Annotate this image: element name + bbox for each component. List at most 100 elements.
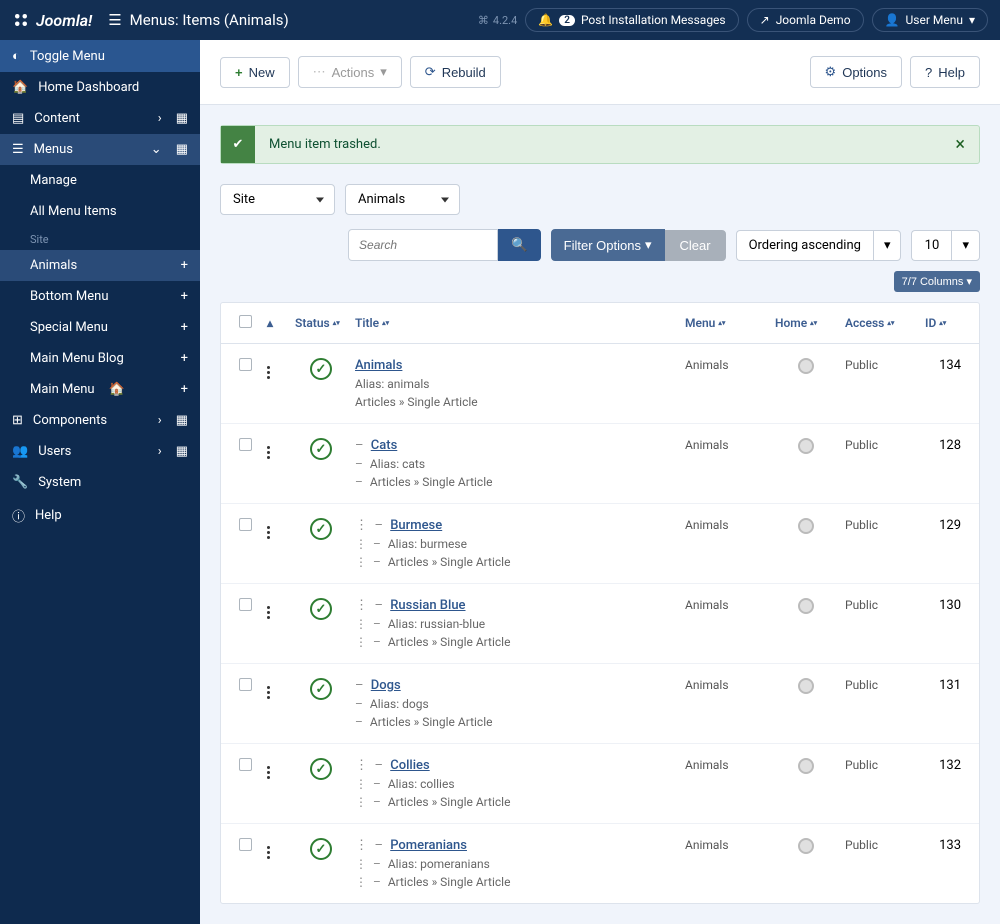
post-install-button[interactable]: 🔔 2 Post Installation Messages bbox=[525, 8, 738, 32]
home-toggle[interactable] bbox=[798, 518, 814, 534]
item-title-link[interactable]: Burmese bbox=[390, 518, 442, 533]
sidebar-system[interactable]: 🔧 System bbox=[0, 467, 200, 498]
drag-handle[interactable] bbox=[267, 683, 270, 699]
actions-button[interactable]: ⋯ Actions ▾ bbox=[298, 56, 402, 88]
columns-button[interactable]: 7/7 Columns ▾ bbox=[894, 271, 980, 292]
sidebar-menu-bottom[interactable]: Bottom Menu + bbox=[0, 281, 200, 312]
limit-toggle[interactable]: ▾ bbox=[951, 230, 980, 261]
drag-handle[interactable] bbox=[267, 843, 270, 859]
item-title-link[interactable]: Pomeranians bbox=[390, 838, 467, 853]
status-published-button[interactable]: ✓ bbox=[310, 598, 332, 620]
brand-logo[interactable]: Joomla! bbox=[12, 11, 92, 30]
clear-button[interactable]: Clear bbox=[665, 230, 726, 261]
sidebar-components[interactable]: ⊞ Components › ▦ bbox=[0, 405, 200, 436]
ordering-toggle[interactable]: ▾ bbox=[873, 230, 902, 261]
status-published-button[interactable]: ✓ bbox=[310, 758, 332, 780]
drag-handle[interactable] bbox=[267, 603, 270, 619]
alert-close-button[interactable]: × bbox=[941, 126, 979, 163]
add-icon[interactable]: + bbox=[181, 289, 188, 304]
new-button[interactable]: + New bbox=[220, 57, 290, 88]
help-button[interactable]: ? Help bbox=[910, 56, 980, 88]
status-published-button[interactable]: ✓ bbox=[310, 358, 332, 380]
options-button[interactable]: ⚙ Options bbox=[810, 56, 902, 88]
sidebar-help[interactable]: ⓘ Help bbox=[0, 498, 200, 533]
sidebar-section-label: Site bbox=[0, 227, 200, 250]
dashboard-icon[interactable]: ▦ bbox=[176, 142, 188, 157]
item-id: 129 bbox=[921, 516, 965, 535]
item-title-link[interactable]: Cats bbox=[371, 438, 398, 453]
item-access: Public bbox=[841, 516, 921, 534]
row-check[interactable] bbox=[239, 758, 252, 771]
row-check[interactable] bbox=[239, 518, 252, 531]
sidebar-home-dashboard[interactable]: 🏠 Home Dashboard bbox=[0, 72, 200, 103]
version-label[interactable]: ⌘ 4.2.4 bbox=[478, 14, 517, 27]
list-icon: ☰ bbox=[108, 11, 121, 29]
ordering-select[interactable]: Ordering ascending bbox=[736, 230, 873, 261]
user-menu-button[interactable]: 👤 User Menu ▾ bbox=[872, 8, 988, 32]
filter-options-button[interactable]: Filter Options ▾ bbox=[551, 229, 665, 261]
client-select[interactable]: Site bbox=[220, 184, 335, 215]
add-icon[interactable]: + bbox=[181, 258, 188, 273]
add-icon[interactable]: + bbox=[181, 351, 188, 366]
add-icon[interactable]: + bbox=[181, 382, 188, 397]
drag-handle[interactable] bbox=[267, 443, 270, 459]
demo-button[interactable]: ↗ Joomla Demo bbox=[747, 8, 864, 32]
row-check[interactable] bbox=[239, 838, 252, 851]
home-toggle[interactable] bbox=[798, 438, 814, 454]
drag-handle[interactable] bbox=[267, 363, 270, 379]
th-access[interactable]: Access ▴▾ bbox=[841, 314, 921, 332]
home-toggle[interactable] bbox=[798, 678, 814, 694]
item-title-link[interactable]: Animals bbox=[355, 358, 402, 373]
home-toggle[interactable] bbox=[798, 358, 814, 374]
item-id: 133 bbox=[921, 836, 965, 855]
home-toggle[interactable] bbox=[798, 838, 814, 854]
drag-handle[interactable] bbox=[267, 763, 270, 779]
rebuild-button[interactable]: ⟳ Rebuild bbox=[410, 56, 501, 88]
th-status[interactable]: Status ▴▾ bbox=[291, 314, 351, 332]
check-all[interactable] bbox=[239, 315, 252, 328]
dashboard-icon[interactable]: ▦ bbox=[176, 444, 188, 459]
limit-select[interactable]: 10 bbox=[911, 230, 951, 261]
chevron-down-icon: ▾ bbox=[962, 238, 969, 253]
status-published-button[interactable]: ✓ bbox=[310, 838, 332, 860]
sidebar-manage[interactable]: Manage bbox=[0, 165, 200, 196]
sidebar-menu-special[interactable]: Special Menu + bbox=[0, 312, 200, 343]
search-input[interactable] bbox=[348, 229, 498, 261]
th-menu[interactable]: Menu ▴▾ bbox=[681, 314, 771, 332]
sidebar-menu-main[interactable]: Main Menu 🏠 + bbox=[0, 374, 200, 405]
home-toggle[interactable] bbox=[798, 758, 814, 774]
row-check[interactable] bbox=[239, 358, 252, 371]
item-title-link[interactable]: Dogs bbox=[371, 678, 401, 693]
th-title[interactable]: Title ▴▾ bbox=[351, 314, 681, 332]
th-home[interactable]: Home ▴▾ bbox=[771, 314, 841, 332]
table-row: ✓– Dogs– Alias: dogs– Articles » Single … bbox=[221, 664, 979, 744]
sidebar-content[interactable]: ▤ Content › ▦ bbox=[0, 103, 200, 134]
toolbar: + New ⋯ Actions ▾ ⟳ Rebuild ⚙ Options ? … bbox=[200, 40, 1000, 105]
item-title-link[interactable]: Collies bbox=[390, 758, 429, 773]
search-button[interactable]: 🔍 bbox=[498, 229, 541, 261]
th-order[interactable]: ▴ bbox=[263, 314, 291, 332]
sidebar-all-items[interactable]: All Menu Items bbox=[0, 196, 200, 227]
sidebar-menu-blog[interactable]: Main Menu Blog + bbox=[0, 343, 200, 374]
menu-select[interactable]: Animals bbox=[345, 184, 460, 215]
toggle-menu[interactable]: ◐ Toggle Menu bbox=[0, 40, 200, 72]
drag-handle[interactable] bbox=[267, 523, 270, 539]
sidebar-menu-animals[interactable]: Animals + bbox=[0, 250, 200, 281]
th-id[interactable]: ID ▴▾ bbox=[921, 314, 965, 332]
sidebar-menus[interactable]: ☰ Menus ⌄ ▦ bbox=[0, 134, 200, 165]
dashboard-icon[interactable]: ▦ bbox=[176, 111, 188, 126]
joomla-icon bbox=[12, 11, 30, 29]
home-toggle[interactable] bbox=[798, 598, 814, 614]
item-alias: ⋮ – Alias: russian-blue bbox=[355, 617, 677, 631]
status-published-button[interactable]: ✓ bbox=[310, 438, 332, 460]
add-icon[interactable]: + bbox=[181, 320, 188, 335]
item-title-link[interactable]: Russian Blue bbox=[390, 598, 465, 613]
row-check[interactable] bbox=[239, 598, 252, 611]
row-check[interactable] bbox=[239, 438, 252, 451]
status-published-button[interactable]: ✓ bbox=[310, 678, 332, 700]
sidebar-users[interactable]: 👥 Users › ▦ bbox=[0, 436, 200, 467]
dashboard-icon[interactable]: ▦ bbox=[176, 413, 188, 428]
chevron-down-icon: ▾ bbox=[645, 237, 652, 253]
status-published-button[interactable]: ✓ bbox=[310, 518, 332, 540]
row-check[interactable] bbox=[239, 678, 252, 691]
